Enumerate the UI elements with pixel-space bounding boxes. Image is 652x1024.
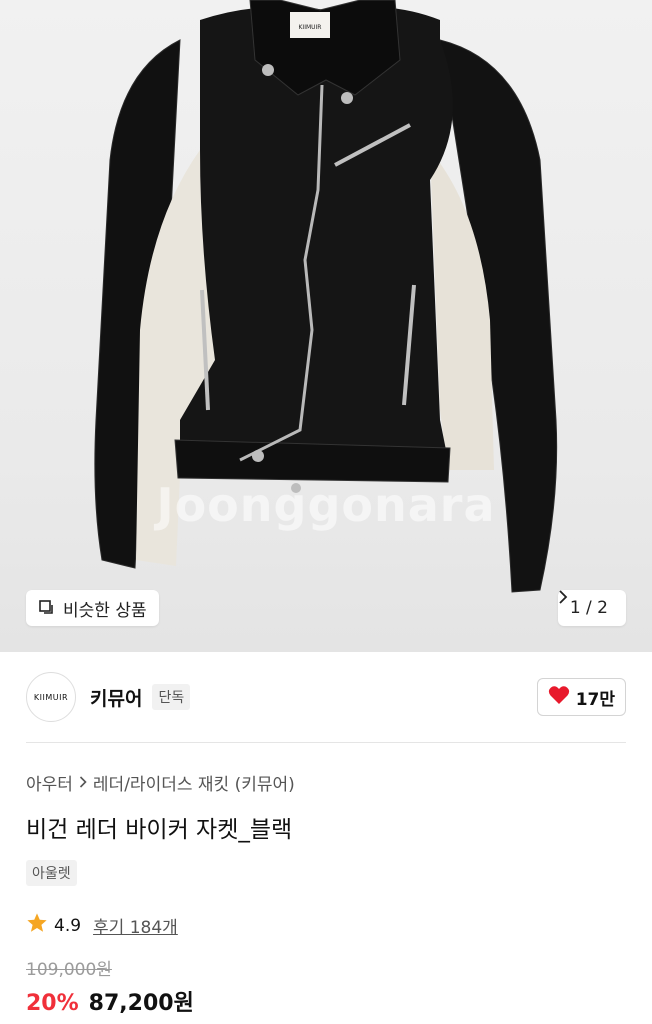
discount-rate: 20% <box>26 991 79 1016</box>
breadcrumb: 아우터 레더/라이더스 재킷 (키뮤어) <box>26 770 295 795</box>
like-button[interactable]: 17만 <box>536 678 626 716</box>
exclusive-badge: 단독 <box>152 684 191 710</box>
like-count: 17만 <box>575 689 615 710</box>
chevron-right-icon <box>79 773 87 792</box>
store-row: KIIMUIR 키뮤어 단독 17만 <box>26 670 626 724</box>
similar-products-label: 비슷한 상품 <box>63 600 147 621</box>
breadcrumb-subcategory[interactable]: 레더/라이더스 재킷 (키뮤어) <box>93 770 295 795</box>
store-name[interactable]: 키뮤어 <box>90 684 142 711</box>
rating-row: 4.9 후기 184개 <box>26 912 178 939</box>
breadcrumb-category[interactable]: 아우터 <box>26 770 73 795</box>
product-title: 비건 레더 바이커 자켓_블랙 <box>26 817 293 843</box>
heart-icon <box>548 685 570 710</box>
image-page-indicator[interactable]: 1 / 2 <box>557 590 626 626</box>
outlet-tag: 아울렛 <box>26 860 77 886</box>
star-icon <box>26 912 48 939</box>
price-row: 20% 87,200원 <box>26 985 194 1017</box>
jacket-illustration: KIIMUIR <box>94 0 558 593</box>
similar-products-icon <box>38 599 56 617</box>
divider <box>26 742 626 743</box>
similar-products-button[interactable]: 비슷한 상품 <box>26 590 159 626</box>
watermark: Joonggonara <box>156 478 496 532</box>
product-image[interactable]: KIIMUIR Joonggonara 비슷한 상품 1 / 2 <box>0 0 652 652</box>
page-indicator-text: 1 / 2 <box>569 598 608 618</box>
rating-score: 4.9 <box>54 915 82 936</box>
jacket-tag-text: KIIMUIR <box>299 24 322 31</box>
sale-price: 87,200원 <box>88 991 194 1016</box>
store-logo[interactable]: KIIMUIR <box>26 672 76 722</box>
original-price: 109,000원 <box>26 960 112 980</box>
review-link[interactable]: 후기 184개 <box>93 913 178 938</box>
